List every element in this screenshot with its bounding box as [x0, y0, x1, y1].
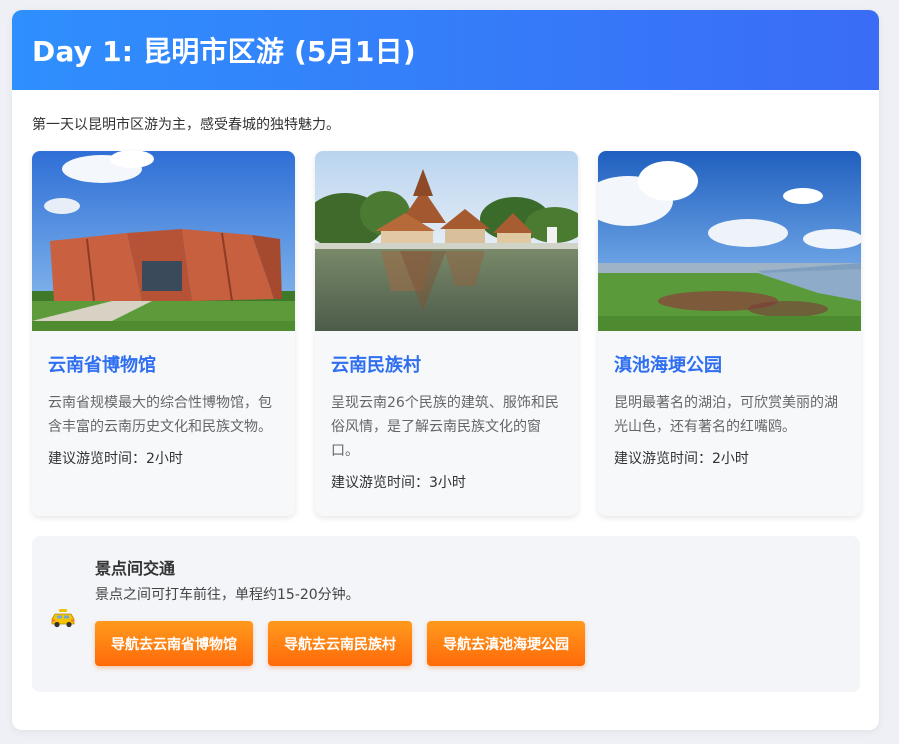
spot-description: 昆明最著名的湖泊，可欣赏美丽的湖光山色，还有著名的红嘴鸥。: [614, 391, 845, 439]
transport-section: 景点间交通 景点之间可打车前往，单程约15-20分钟。 导航去云南省博物馆 导航…: [32, 536, 860, 692]
spot-name: 云南民族村: [331, 351, 562, 377]
lake-park-photo: [598, 151, 861, 331]
spot-description: 云南省规模最大的综合性博物馆，包含丰富的云南历史文化和民族文物。: [48, 391, 279, 439]
day-title: Day 1: 昆明市区游 (5月1日): [32, 30, 416, 70]
navigation-buttons: 导航去云南省博物馆 导航去云南民族村 导航去滇池海埂公园: [95, 621, 585, 666]
spot-visit-time: 建议游览时间：3小时: [331, 471, 562, 495]
spot-name: 滇池海埂公园: [614, 351, 845, 377]
spot-visit-time: 建议游览时间：2小时: [48, 447, 279, 471]
taxi-icon: [50, 608, 76, 628]
spot-visit-time: 建议游览时间：2小时: [614, 447, 845, 471]
navigate-museum-button[interactable]: 导航去云南省博物馆: [95, 621, 253, 666]
museum-photo: [32, 151, 295, 331]
day-header: Day 1: 昆明市区游 (5月1日): [12, 10, 879, 90]
spot-description: 呈现云南26个民族的建筑、服饰和民俗风情，是了解云南民族文化的窗口。: [331, 391, 562, 463]
spot-card[interactable]: 滇池海埂公园 昆明最著名的湖泊，可欣赏美丽的湖光山色，还有著名的红嘴鸥。 建议游…: [598, 151, 861, 516]
day-card: Day 1: 昆明市区游 (5月1日) 第一天以昆明市区游为主，感受春城的独特魅…: [12, 10, 879, 730]
spot-card[interactable]: 云南省博物馆 云南省规模最大的综合性博物馆，包含丰富的云南历史文化和民族文物。 …: [32, 151, 295, 516]
navigate-lake-park-button[interactable]: 导航去滇池海埂公园: [427, 621, 585, 666]
transport-title: 景点间交通: [95, 555, 175, 579]
navigate-ethnic-village-button[interactable]: 导航去云南民族村: [268, 621, 412, 666]
spot-card[interactable]: 云南民族村 呈现云南26个民族的建筑、服饰和民俗风情，是了解云南民族文化的窗口。…: [315, 151, 578, 516]
ethnic-village-photo: [315, 151, 578, 331]
day-intro: 第一天以昆明市区游为主，感受春城的独特魅力。: [32, 114, 340, 134]
transport-description: 景点之间可打车前往，单程约15-20分钟。: [95, 584, 360, 604]
spot-name: 云南省博物馆: [48, 351, 279, 377]
spot-list: 云南省博物馆 云南省规模最大的综合性博物馆，包含丰富的云南历史文化和民族文物。 …: [32, 151, 861, 516]
